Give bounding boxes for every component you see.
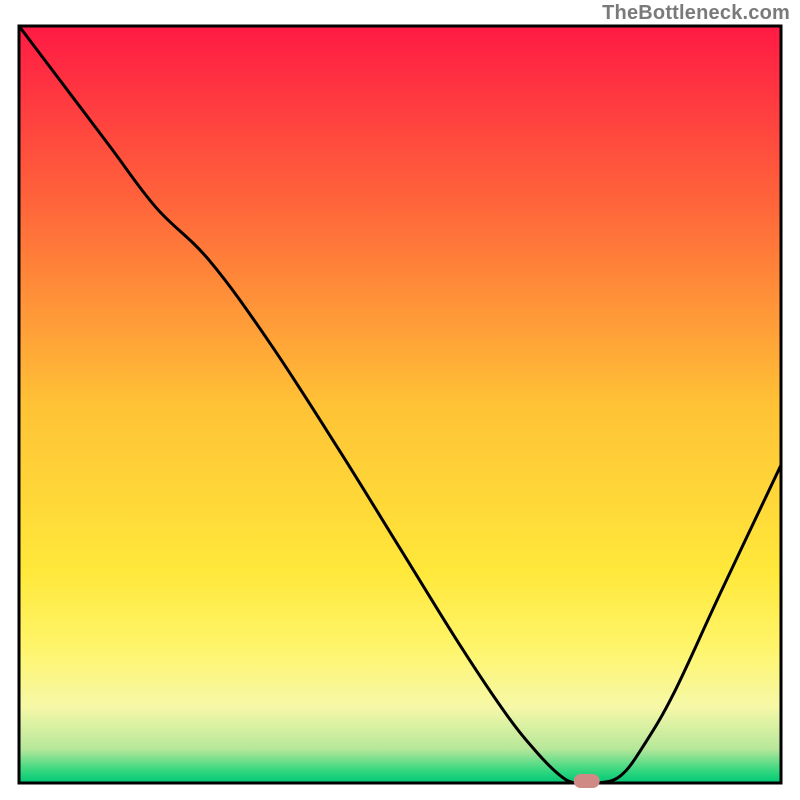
chart-background	[19, 26, 781, 783]
attribution-label: TheBottleneck.com	[602, 2, 790, 25]
optimal-marker	[574, 774, 600, 788]
bottleneck-chart	[0, 0, 800, 800]
chart-container: TheBottleneck.com	[0, 0, 800, 800]
